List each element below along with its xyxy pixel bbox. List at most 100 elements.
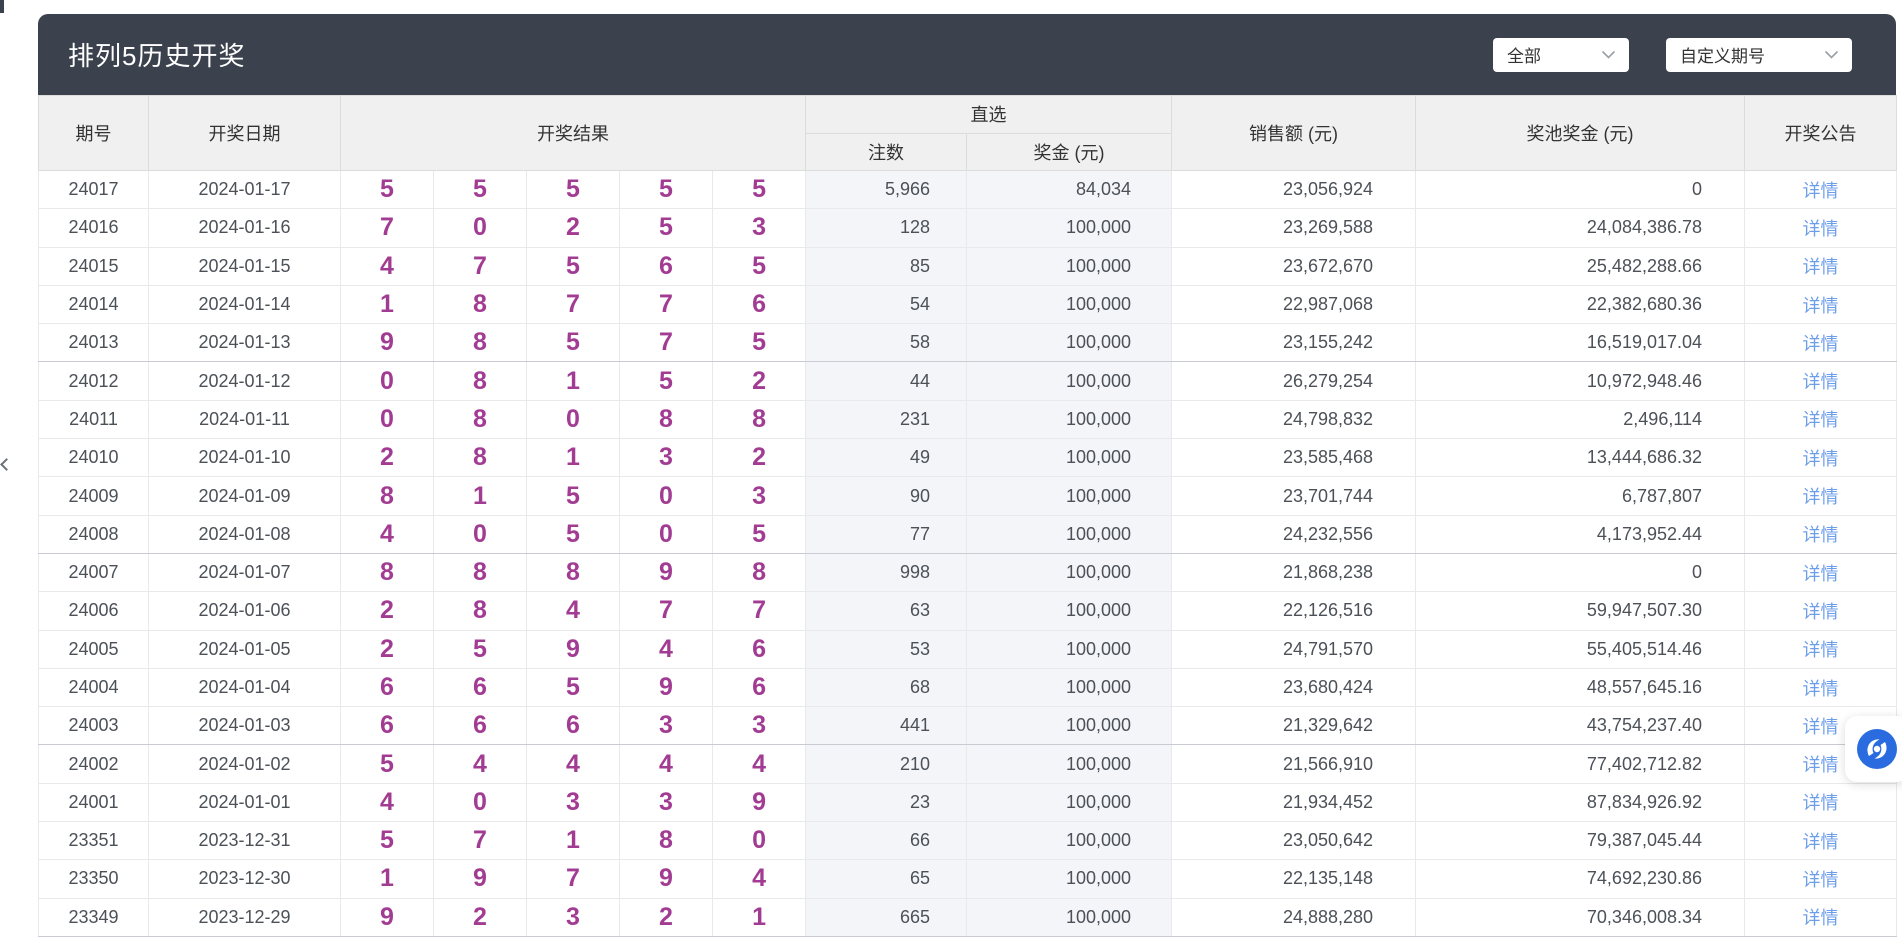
sidebar-expand-handle[interactable]	[0, 456, 10, 474]
result-digit-cell: 5	[341, 171, 434, 209]
header-period: 期号	[39, 96, 149, 171]
result-digit-cell: 1	[527, 439, 620, 477]
period-cell: 23351	[39, 822, 149, 860]
result-digit-cell: 4	[620, 745, 713, 783]
sales-amount-cell: 23,056,924	[1172, 171, 1416, 209]
result-digit-cell: 6	[434, 668, 527, 706]
result-digit-cell: 5	[620, 209, 713, 247]
detail-link[interactable]: 详情	[1803, 334, 1839, 354]
draw-date-cell: 2024-01-07	[149, 553, 341, 591]
prize-amount-cell: 100,000	[967, 630, 1172, 668]
detail-link[interactable]: 详情	[1803, 793, 1839, 813]
announcement-cell: 详情	[1745, 630, 1897, 668]
bets-count-cell: 65	[806, 860, 967, 898]
period-cell: 23350	[39, 860, 149, 898]
announcement-cell: 详情	[1745, 400, 1897, 438]
detail-link[interactable]: 详情	[1803, 832, 1839, 852]
announcement-cell: 详情	[1745, 285, 1897, 323]
announcement-cell: 详情	[1745, 477, 1897, 515]
detail-link[interactable]: 详情	[1803, 908, 1839, 928]
pool-amount-cell: 87,834,926.92	[1416, 783, 1745, 821]
bets-count-cell: 77	[806, 515, 967, 553]
draw-date-cell: 2024-01-17	[149, 171, 341, 209]
result-digit-cell: 9	[341, 324, 434, 362]
draw-date-cell: 2024-01-02	[149, 745, 341, 783]
chevron-down-icon	[1824, 50, 1839, 59]
detail-link[interactable]: 详情	[1803, 640, 1839, 660]
detail-link[interactable]: 详情	[1803, 181, 1839, 201]
period-cell: 24015	[39, 247, 149, 285]
detail-link[interactable]: 详情	[1803, 564, 1839, 584]
period-cell: 24001	[39, 783, 149, 821]
table-row: 240022024-01-0254444210100,00021,566,910…	[39, 745, 1897, 783]
sales-amount-cell: 22,135,148	[1172, 860, 1416, 898]
result-digit-cell: 4	[434, 745, 527, 783]
result-digit-cell: 0	[434, 515, 527, 553]
result-digit-cell: 9	[527, 630, 620, 668]
result-digit-cell: 3	[620, 707, 713, 745]
bets-count-cell: 44	[806, 362, 967, 400]
detail-link[interactable]: 详情	[1803, 679, 1839, 699]
pool-amount-cell: 70,346,008.34	[1416, 898, 1745, 936]
result-digit-cell: 1	[527, 822, 620, 860]
detail-link[interactable]: 详情	[1803, 449, 1839, 469]
result-digit-cell: 7	[713, 592, 806, 630]
result-digit-cell: 5	[527, 668, 620, 706]
prize-amount-cell: 100,000	[967, 362, 1172, 400]
result-digit-cell: 6	[527, 707, 620, 745]
table-row: 240102024-01-102813249100,00023,585,4681…	[39, 439, 1897, 477]
result-digit-cell: 5	[527, 515, 620, 553]
filter-controls: 全部 自定义期号	[1493, 38, 1852, 72]
result-digit-cell: 4	[527, 745, 620, 783]
detail-link[interactable]: 详情	[1803, 410, 1839, 430]
detail-link[interactable]: 详情	[1803, 487, 1839, 507]
result-digit-cell: 0	[341, 400, 434, 438]
sales-amount-cell: 26,279,254	[1172, 362, 1416, 400]
detail-link[interactable]: 详情	[1803, 372, 1839, 392]
period-cell: 24009	[39, 477, 149, 515]
period-cell: 24014	[39, 285, 149, 323]
draw-date-cell: 2023-12-30	[149, 860, 341, 898]
draw-type-select-value: 全部	[1507, 42, 1541, 67]
detail-link[interactable]: 详情	[1803, 525, 1839, 545]
result-digit-cell: 8	[434, 439, 527, 477]
period-cell: 24002	[39, 745, 149, 783]
draw-date-cell: 2024-01-12	[149, 362, 341, 400]
period-range-select-value: 自定义期号	[1680, 42, 1765, 67]
detail-link[interactable]: 详情	[1803, 296, 1839, 316]
draw-date-cell: 2024-01-03	[149, 707, 341, 745]
draw-date-cell: 2024-01-10	[149, 439, 341, 477]
floating-service-button[interactable]	[1845, 716, 1902, 782]
result-digit-cell: 2	[434, 898, 527, 936]
draw-type-select[interactable]: 全部	[1493, 38, 1629, 72]
result-digit-cell: 5	[620, 171, 713, 209]
draw-date-cell: 2024-01-08	[149, 515, 341, 553]
sales-amount-cell: 21,566,910	[1172, 745, 1416, 783]
detail-link[interactable]: 详情	[1803, 870, 1839, 890]
draw-date-cell: 2024-01-13	[149, 324, 341, 362]
result-digit-cell: 0	[341, 362, 434, 400]
result-digit-cell: 1	[341, 285, 434, 323]
detail-link[interactable]: 详情	[1803, 602, 1839, 622]
result-digit-cell: 5	[341, 822, 434, 860]
draw-date-cell: 2024-01-06	[149, 592, 341, 630]
result-digit-cell: 0	[434, 783, 527, 821]
period-cell: 24004	[39, 668, 149, 706]
draw-date-cell: 2024-01-16	[149, 209, 341, 247]
header-draw-result: 开奖结果	[341, 96, 806, 171]
period-range-select[interactable]: 自定义期号	[1666, 38, 1852, 72]
result-digit-cell: 3	[713, 209, 806, 247]
panel-header: 排列5历史开奖 全部 自定义期号	[38, 14, 1896, 95]
prize-amount-cell: 100,000	[967, 247, 1172, 285]
prize-amount-cell: 100,000	[967, 592, 1172, 630]
sales-amount-cell: 23,155,242	[1172, 324, 1416, 362]
detail-link[interactable]: 详情	[1803, 219, 1839, 239]
detail-link[interactable]: 详情	[1803, 755, 1839, 775]
result-digit-cell: 6	[620, 247, 713, 285]
result-digit-cell: 4	[713, 860, 806, 898]
detail-link[interactable]: 详情	[1803, 717, 1839, 737]
header-prize-amount: 奖金 (元)	[967, 133, 1172, 171]
pool-amount-cell: 59,947,507.30	[1416, 592, 1745, 630]
draw-date-cell: 2023-12-29	[149, 898, 341, 936]
detail-link[interactable]: 详情	[1803, 257, 1839, 277]
